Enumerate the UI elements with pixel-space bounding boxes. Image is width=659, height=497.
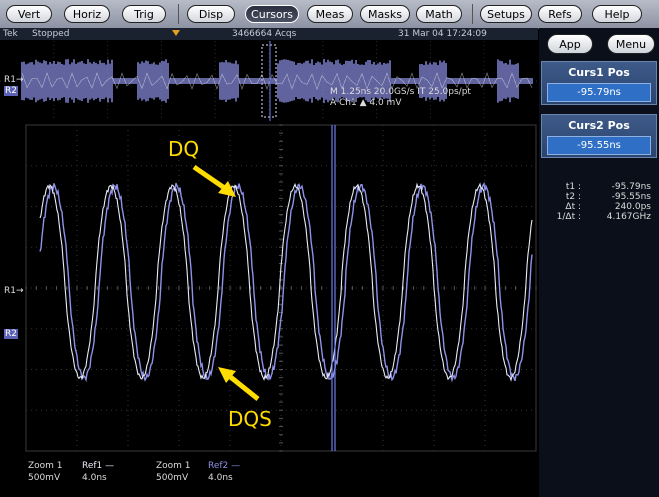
bottom-readout-bar: Zoom 1 Ref1 — 500mV 4.0ns Zoom 1 Ref2 — … — [0, 455, 538, 497]
math-button[interactable]: Math — [416, 5, 462, 23]
curs1-pos-control[interactable]: Curs1 Pos -95.79ns — [541, 61, 657, 105]
refs-button[interactable]: Refs — [538, 5, 582, 23]
menu-bar: Vert Horiz Trig Disp Cursors Meas Masks … — [0, 0, 659, 29]
overview-waveform — [0, 41, 538, 121]
curs2-value[interactable]: -95.55ns — [547, 136, 651, 155]
acq-state: Stopped — [32, 29, 70, 39]
curs2-pos-control[interactable]: Curs2 Pos -95.55ns — [541, 114, 657, 158]
dq-arrow-icon — [192, 164, 236, 197]
ref2-readout[interactable]: Zoom 1 Ref2 — 500mV 4.0ns — [156, 461, 266, 491]
trig-button[interactable]: Trig — [122, 5, 166, 23]
r1-ref-marker: R1→ — [4, 286, 24, 296]
meas-button[interactable]: Meas — [307, 5, 353, 23]
readout-row: 1/Δt :4.167GHz — [556, 212, 651, 222]
dqs-arrow-icon — [218, 367, 260, 401]
readout-row: t2 : -95.55ns — [565, 192, 651, 202]
curs1-value[interactable]: -95.79ns — [547, 83, 651, 102]
cursors-button[interactable]: Cursors — [245, 5, 299, 23]
zoom-waveform — [25, 124, 537, 452]
dq-waveform — [39, 182, 533, 382]
trigger-readout: A Ch1 ▲ 4.0 mV — [330, 98, 402, 108]
menu-divider — [178, 4, 179, 24]
menu-divider — [472, 4, 473, 24]
brand-label: Tek — [3, 29, 18, 39]
status-bar: Tek Stopped 3466664 Acqs 31 Mar 04 17:24… — [0, 28, 538, 40]
curs1-title: Curs1 Pos — [568, 66, 630, 79]
r2-ref-marker: R2 — [4, 329, 18, 339]
horiz-button[interactable]: Horiz — [64, 5, 110, 23]
record-overview[interactable]: R1→ R2 M 1.25ns 20.0GS/s IT 25.0ps/pt A … — [0, 41, 538, 121]
vert-button[interactable]: Vert — [6, 5, 52, 23]
curs2-title: Curs2 Pos — [568, 119, 630, 132]
readout-row: t1 : -95.79ns — [565, 182, 651, 192]
masks-button[interactable]: Masks — [360, 5, 410, 23]
date-time: 31 Mar 04 17:24:09 — [398, 29, 487, 39]
menu-button[interactable]: Menu — [607, 34, 655, 54]
cursor-readout: t1 : -95.79ns t2 : -95.55ns Δt :240.0ps 1/… — [543, 182, 655, 222]
dqs-waveform — [39, 181, 533, 383]
setups-button[interactable]: Setups — [480, 5, 532, 23]
dqs-annotation: DQS — [228, 407, 272, 431]
timebase-readout: M 1.25ns 20.0GS/s IT 25.0ps/pt — [330, 87, 471, 97]
zoom-graticule[interactable]: R1→ R2 DQ DQS — [0, 123, 538, 453]
app-button[interactable]: App — [547, 34, 593, 54]
overview-r2-label: R2 — [4, 86, 18, 96]
overview-r1-label: R1→ — [4, 75, 24, 85]
ref1-readout[interactable]: Zoom 1 Ref1 — 500mV 4.0ns — [28, 461, 138, 491]
readout-row: Δt :240.0ps — [565, 202, 651, 212]
dq-annotation: DQ — [168, 137, 200, 161]
control-panel: App Menu Curs1 Pos -95.79ns Curs2 Pos -9… — [539, 28, 659, 497]
acq-count: 3466664 Acqs — [232, 29, 297, 39]
help-button[interactable]: Help — [592, 5, 642, 23]
disp-button[interactable]: Disp — [187, 5, 235, 23]
